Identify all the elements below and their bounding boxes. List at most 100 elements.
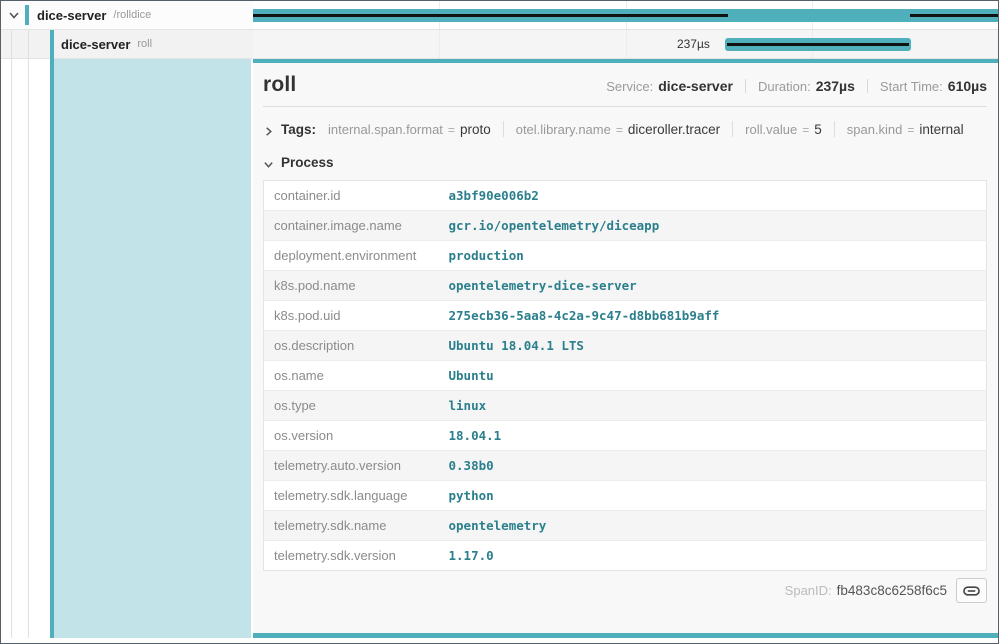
equals-sign: =	[802, 123, 809, 137]
critical-path-segment	[910, 14, 998, 17]
process-value: 1.17.0	[439, 541, 987, 571]
process-value: gcr.io/opentelemetry/diceapp	[439, 211, 987, 241]
chevron-down-icon[interactable]	[7, 8, 21, 22]
timeline-tick	[626, 30, 627, 58]
span-detail-row: roll Service: dice-server Duration: 237µ…	[1, 59, 998, 638]
table-row: container.image.name gcr.io/opentelemetr…	[264, 211, 987, 241]
span-row-roll-selected[interactable]: dice-server roll 237µs	[1, 30, 998, 59]
meta-duration: Duration: 237µs	[758, 78, 855, 94]
span-name-cell-roll[interactable]: dice-server roll	[1, 30, 253, 58]
span-name-cell-rolldice[interactable]: dice-server /rolldice	[1, 1, 253, 29]
copy-span-link-button[interactable]	[956, 578, 987, 603]
span-timeline-cell-roll[interactable]: 237µs	[253, 30, 998, 58]
tag-key: internal.span.format	[328, 122, 443, 137]
process-value: python	[439, 481, 987, 511]
indent-guide	[28, 30, 29, 58]
span-color-fill	[54, 59, 251, 638]
table-row: telemetry.sdk.version 1.17.0	[264, 541, 987, 571]
tag-value: proto	[460, 122, 491, 137]
process-key: container.id	[264, 181, 439, 211]
process-key: os.description	[264, 331, 439, 361]
meta-label: Service:	[606, 79, 653, 94]
tags-label: Tags:	[281, 122, 316, 137]
meta-label: Start Time:	[880, 79, 943, 94]
bottom-spacer	[1, 638, 998, 644]
process-key: os.version	[264, 421, 439, 451]
operation-name: /rolldice	[113, 9, 151, 21]
process-key: container.image.name	[264, 211, 439, 241]
detail-left-gutter	[1, 59, 253, 638]
spanid-label: SpanID:	[785, 583, 832, 598]
chevron-right-icon[interactable]	[263, 124, 274, 135]
table-row: telemetry.sdk.language python	[264, 481, 987, 511]
service-name: dice-server	[61, 37, 130, 52]
tags-section-header[interactable]: Tags: internal.span.format = proto otel.…	[263, 116, 987, 142]
span-bar-rolldice[interactable]	[253, 9, 998, 22]
meta-value: dice-server	[658, 78, 733, 94]
process-value: a3bf90e006b2	[439, 181, 987, 211]
tag-value: diceroller.tracer	[628, 122, 720, 137]
process-value: 18.04.1	[439, 421, 987, 451]
span-bar-roll[interactable]	[725, 38, 911, 51]
operation-name: roll	[137, 38, 152, 50]
header-divider	[263, 106, 987, 107]
table-row: container.id a3bf90e006b2	[264, 181, 987, 211]
tag-item: internal.span.format = proto	[328, 122, 491, 137]
table-row: os.name Ubuntu	[264, 361, 987, 391]
equals-sign: =	[616, 123, 623, 137]
tag-key: otel.library.name	[516, 122, 611, 137]
divider	[503, 121, 504, 137]
process-value: production	[439, 241, 987, 271]
divider	[732, 121, 733, 137]
span-timeline-cell-rolldice[interactable]	[253, 1, 998, 29]
divider	[834, 121, 835, 137]
meta-start-time: Start Time: 610µs	[880, 78, 987, 94]
divider	[745, 79, 746, 93]
table-row: k8s.pod.uid 275ecb36-5aa8-4c2a-9c47-d8bb…	[264, 301, 987, 331]
process-key-value-table: container.id a3bf90e006b2 container.imag…	[263, 180, 987, 571]
process-value: linux	[439, 391, 987, 421]
process-value: 0.38b0	[439, 451, 987, 481]
process-value: opentelemetry-dice-server	[439, 271, 987, 301]
divider	[867, 79, 868, 93]
span-row-rolldice[interactable]: dice-server /rolldice	[1, 1, 998, 30]
meta-value: 610µs	[948, 78, 987, 94]
critical-path-segment	[727, 43, 909, 46]
span-meta: Service: dice-server Duration: 237µs Sta…	[606, 78, 987, 94]
process-value: opentelemetry	[439, 511, 987, 541]
process-value: 275ecb36-5aa8-4c2a-9c47-d8bb681b9aff	[439, 301, 987, 331]
process-key: k8s.pod.uid	[264, 301, 439, 331]
table-row: os.type linux	[264, 391, 987, 421]
table-row: os.description Ubuntu 18.04.1 LTS	[264, 331, 987, 361]
equals-sign: =	[907, 123, 914, 137]
process-key: deployment.environment	[264, 241, 439, 271]
table-row: k8s.pod.name opentelemetry-dice-server	[264, 271, 987, 301]
process-key: telemetry.sdk.language	[264, 481, 439, 511]
tag-item: roll.value = 5	[745, 122, 822, 137]
process-value: Ubuntu	[439, 361, 987, 391]
process-label: Process	[281, 155, 334, 170]
meta-service: Service: dice-server	[606, 78, 733, 94]
process-key: telemetry.auto.version	[264, 451, 439, 481]
service-name: dice-server	[37, 8, 106, 23]
process-key: os.type	[264, 391, 439, 421]
span-color-bar	[25, 5, 29, 25]
table-row: deployment.environment production	[264, 241, 987, 271]
timeline-tick	[439, 30, 440, 58]
tag-item: otel.library.name = diceroller.tracer	[516, 122, 720, 137]
process-key: telemetry.sdk.name	[264, 511, 439, 541]
process-section-header[interactable]: Process	[263, 151, 987, 173]
tag-value: internal	[919, 122, 963, 137]
link-icon	[963, 585, 980, 597]
span-rows: dice-server /rolldice dice-server roll	[1, 1, 998, 59]
meta-value: 237µs	[816, 78, 855, 94]
spanid-value: fb483c8c6258f6c5	[837, 583, 947, 598]
detail-header: roll Service: dice-server Duration: 237µ…	[263, 73, 987, 97]
chevron-down-icon[interactable]	[263, 157, 274, 168]
table-row: os.version 18.04.1	[264, 421, 987, 451]
meta-label: Duration:	[758, 79, 811, 94]
indent-guide	[11, 30, 12, 58]
process-key: os.name	[264, 361, 439, 391]
process-key: telemetry.sdk.version	[264, 541, 439, 571]
span-color-bar	[50, 30, 54, 59]
